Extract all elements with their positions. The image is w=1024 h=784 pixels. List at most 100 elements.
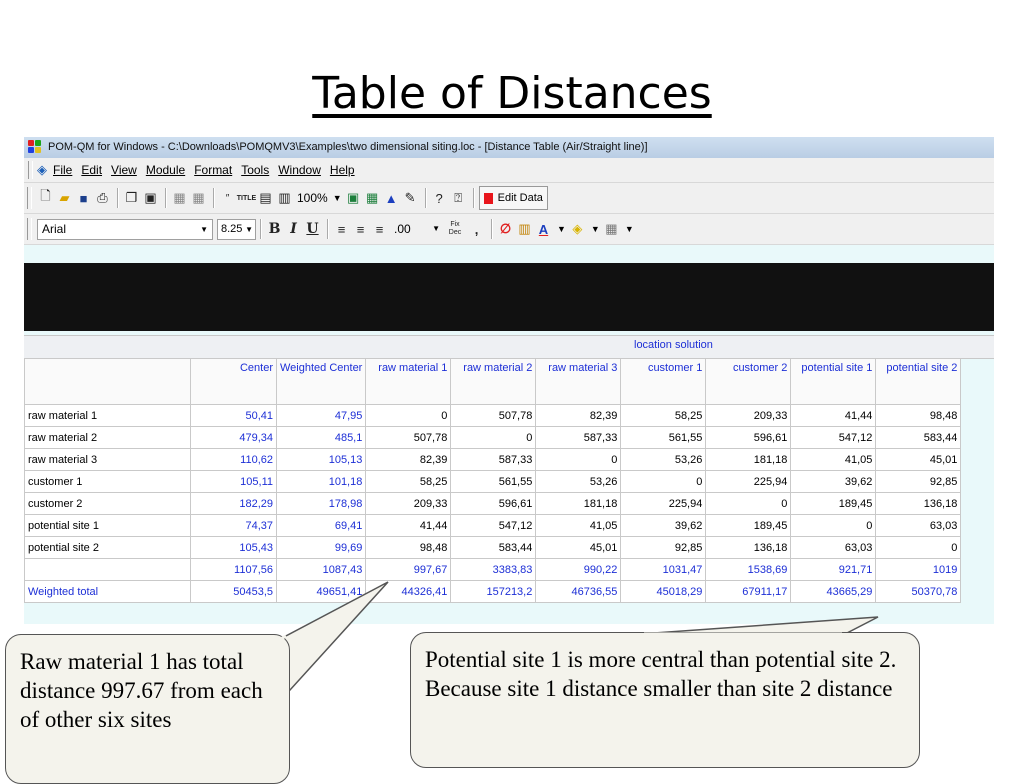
table-cell[interactable]: 209,33: [365, 492, 452, 515]
table-cell[interactable]: 587,33: [450, 448, 537, 471]
table-cell[interactable]: 41,05: [790, 448, 877, 471]
table-cell[interactable]: 583,44: [875, 426, 962, 449]
copy-icon[interactable]: ❐: [123, 190, 140, 207]
table-cell[interactable]: 0: [365, 404, 452, 427]
chevron-down-icon[interactable]: ▼: [625, 224, 634, 234]
bold-button[interactable]: B: [266, 221, 283, 238]
column-width-icon[interactable]: ▥: [276, 190, 293, 207]
table-cell[interactable]: 1087,43: [275, 558, 367, 581]
table-cell[interactable]: 0: [620, 470, 707, 493]
table-cell[interactable]: 105,43: [190, 536, 277, 559]
table-cell[interactable]: 50370,78: [875, 580, 962, 603]
table-cell[interactable]: 1031,47: [620, 558, 707, 581]
table-cell[interactable]: 99,69: [275, 536, 367, 559]
table-cell[interactable]: 43665,29: [790, 580, 877, 603]
table-cell[interactable]: 547,12: [790, 426, 877, 449]
paste-icon[interactable]: ▣: [142, 190, 159, 207]
table-cell[interactable]: 561,55: [450, 470, 537, 493]
comma-button[interactable]: ,: [468, 221, 485, 238]
table-cell[interactable]: 45018,29: [620, 580, 707, 603]
table-cell[interactable]: 3383,83: [450, 558, 537, 581]
column-header[interactable]: potential site 1: [790, 358, 877, 405]
chevron-down-icon[interactable]: ▼: [557, 224, 566, 234]
fill-color-icon[interactable]: ◈: [569, 221, 586, 238]
table-cell[interactable]: 0: [450, 426, 537, 449]
column-header[interactable]: Weighted Center: [275, 358, 367, 405]
quote-icon[interactable]: ″: [219, 190, 236, 207]
menu-tools[interactable]: Tools: [241, 158, 269, 182]
table-cell[interactable]: 157213,2: [450, 580, 537, 603]
table-cell[interactable]: 45,01: [875, 448, 962, 471]
table-cell[interactable]: 583,44: [450, 536, 537, 559]
table-cell[interactable]: 596,61: [705, 426, 792, 449]
column-header[interactable]: Center: [190, 358, 277, 405]
calculator-icon[interactable]: ▦: [364, 190, 381, 207]
table-cell[interactable]: 92,85: [875, 470, 962, 493]
table-cell[interactable]: 189,45: [705, 514, 792, 537]
table-cell[interactable]: 39,62: [620, 514, 707, 537]
save-icon[interactable]: ■: [75, 190, 92, 207]
new-file-icon[interactable]: 🗋: [37, 188, 54, 207]
table-cell[interactable]: 58,25: [620, 404, 707, 427]
table-row[interactable]: potential site 1 74,37 69,41 41,44 547,1…: [24, 514, 962, 537]
table-cell[interactable]: 479,34: [190, 426, 277, 449]
table-cell[interactable]: 101,18: [275, 470, 367, 493]
solve-icon[interactable]: ▲: [383, 190, 400, 207]
table-cell[interactable]: 587,33: [535, 426, 622, 449]
table-cell[interactable]: 225,94: [620, 492, 707, 515]
table-cell[interactable]: 209,33: [705, 404, 792, 427]
total-row[interactable]: 1107,56 1087,43 997,67 3383,83 990,22 10…: [24, 558, 962, 581]
table-cell[interactable]: 82,39: [535, 404, 622, 427]
table-cell[interactable]: 53,26: [620, 448, 707, 471]
table-cell[interactable]: 1538,69: [705, 558, 792, 581]
menu-format[interactable]: Format: [194, 158, 232, 182]
align-center-icon[interactable]: ≡: [352, 221, 369, 238]
table-row[interactable]: customer 2 182,29 178,98 209,33 596,61 1…: [24, 492, 962, 515]
table-cell[interactable]: 181,18: [705, 448, 792, 471]
borders-icon[interactable]: ▦: [603, 221, 620, 238]
zoom-select[interactable]: 100%: [297, 191, 328, 205]
open-folder-icon[interactable]: ▰: [56, 190, 73, 207]
table-row[interactable]: raw material 2 479,34 485,1 507,78 0 587…: [24, 426, 962, 449]
table-row[interactable]: potential site 2 105,43 99,69 98,48 583,…: [24, 536, 962, 559]
table-cell[interactable]: 69,41: [275, 514, 367, 537]
table-row[interactable]: raw material 3 110,62 105,13 82,39 587,3…: [24, 448, 962, 471]
table-cell[interactable]: 98,48: [365, 536, 452, 559]
edit-data-button[interactable]: Edit Data: [478, 186, 548, 210]
align-left-icon[interactable]: ≡: [333, 221, 350, 238]
chevron-down-icon[interactable]: ▼: [591, 224, 600, 234]
table-cell[interactable]: 67911,17: [705, 580, 792, 603]
table-cell[interactable]: 46736,55: [535, 580, 622, 603]
table-cell[interactable]: 105,13: [275, 448, 367, 471]
table-cell[interactable]: 547,12: [450, 514, 537, 537]
table-cell[interactable]: 110,62: [190, 448, 277, 471]
menu-edit[interactable]: Edit: [81, 158, 102, 182]
table-cell[interactable]: 41,05: [535, 514, 622, 537]
table-cell[interactable]: 49651,41: [275, 580, 367, 603]
menu-view[interactable]: View: [111, 158, 137, 182]
table-cell[interactable]: 181,18: [535, 492, 622, 515]
zoom-dropdown-icon[interactable]: ▼: [333, 193, 342, 203]
table-cell[interactable]: 1019: [875, 558, 962, 581]
column-header[interactable]: potential site 2: [875, 358, 962, 405]
table-cell[interactable]: 225,94: [705, 470, 792, 493]
decimal-select[interactable]: .00 ▼: [394, 222, 444, 236]
table-cell[interactable]: 74,37: [190, 514, 277, 537]
column-header[interactable]: raw material 3: [535, 358, 622, 405]
insert-rows-icon[interactable]: ▦: [171, 190, 188, 207]
table-cell[interactable]: 507,78: [450, 404, 537, 427]
column-header[interactable]: customer 2: [705, 358, 792, 405]
window-icon[interactable]: ▣: [345, 190, 362, 207]
column-header[interactable]: customer 1: [620, 358, 707, 405]
table-cell[interactable]: 47,95: [275, 404, 367, 427]
column-header[interactable]: raw material 2: [450, 358, 537, 405]
table-cell[interactable]: 990,22: [535, 558, 622, 581]
table-row[interactable]: customer 1 105,11 101,18 58,25 561,55 53…: [24, 470, 962, 493]
help-icon[interactable]: ⍰: [450, 190, 467, 207]
table-cell[interactable]: 561,55: [620, 426, 707, 449]
table-cell[interactable]: 997,67: [365, 558, 452, 581]
table-cell[interactable]: 50453,5: [190, 580, 277, 603]
table-cell[interactable]: 1107,56: [190, 558, 277, 581]
fix-decimal-button[interactable]: Fix Dec: [444, 221, 466, 238]
table-cell[interactable]: 182,29: [190, 492, 277, 515]
